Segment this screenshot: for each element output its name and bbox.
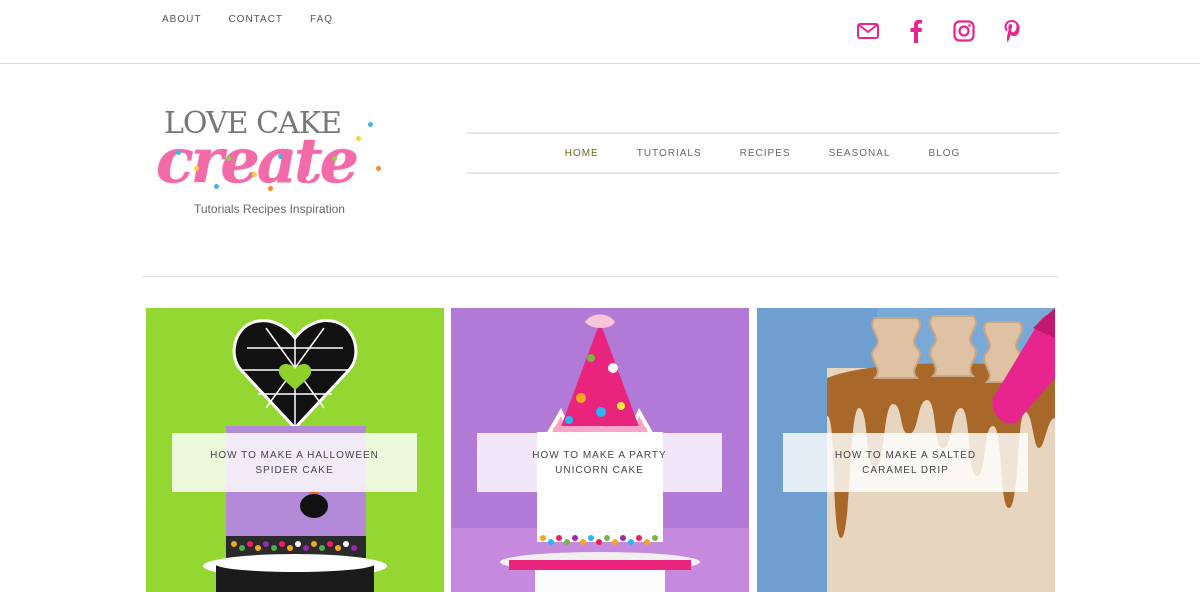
top-nav: ABOUT CONTACT FAQ — [162, 14, 360, 25]
post-card-halloween-spider-cake[interactable]: HOW TO MAKE A HALLOWEEN SPIDER CAKE — [146, 308, 444, 592]
site-logo[interactable]: LOVE CAKE create Tutorials Recipes Inspi… — [156, 106, 392, 220]
main-nav-seasonal[interactable]: SEASONAL — [829, 148, 891, 159]
post-title: HOW TO MAKE A PARTY UNICORN CAKE — [532, 449, 667, 476]
instagram-icon[interactable] — [951, 18, 977, 44]
post-title-card: HOW TO MAKE A PARTY UNICORN CAKE — [477, 433, 722, 492]
pinterest-icon[interactable] — [999, 18, 1025, 44]
facebook-icon[interactable] — [903, 18, 929, 44]
top-nav-contact-link[interactable]: CONTACT — [228, 14, 283, 25]
top-bar: ABOUT CONTACT FAQ — [0, 0, 1200, 64]
top-nav-about-link[interactable]: ABOUT — [162, 14, 201, 25]
post-title-card: HOW TO MAKE A HALLOWEEN SPIDER CAKE — [172, 433, 417, 492]
header-divider — [142, 276, 1059, 277]
post-title: HOW TO MAKE A SALTED CARAMEL DRIP — [834, 449, 977, 476]
top-nav-faq-link[interactable]: FAQ — [310, 14, 333, 25]
logo-tagline: Tutorials Recipes Inspiration — [194, 202, 345, 216]
email-icon[interactable] — [855, 18, 881, 44]
main-nav-tutorials[interactable]: TUTORIALS — [637, 148, 702, 159]
logo-line-create: create — [156, 124, 359, 197]
main-nav-recipes[interactable]: RECIPES — [740, 148, 791, 159]
social-links — [855, 18, 1047, 44]
main-nav-blog[interactable]: BLOG — [928, 148, 960, 159]
post-title-card: HOW TO MAKE A SALTED CARAMEL DRIP — [783, 433, 1028, 492]
main-nav: HOME TUTORIALS RECIPES SEASONAL BLOG — [466, 132, 1059, 174]
main-nav-home[interactable]: HOME — [565, 148, 599, 159]
post-card-salted-caramel-drip[interactable]: HOW TO MAKE A SALTED CARAMEL DRIP — [757, 308, 1055, 592]
post-card-party-unicorn-cake[interactable]: HOW TO MAKE A PARTY UNICORN CAKE — [451, 308, 749, 592]
post-title: HOW TO MAKE A HALLOWEEN SPIDER CAKE — [210, 449, 379, 476]
